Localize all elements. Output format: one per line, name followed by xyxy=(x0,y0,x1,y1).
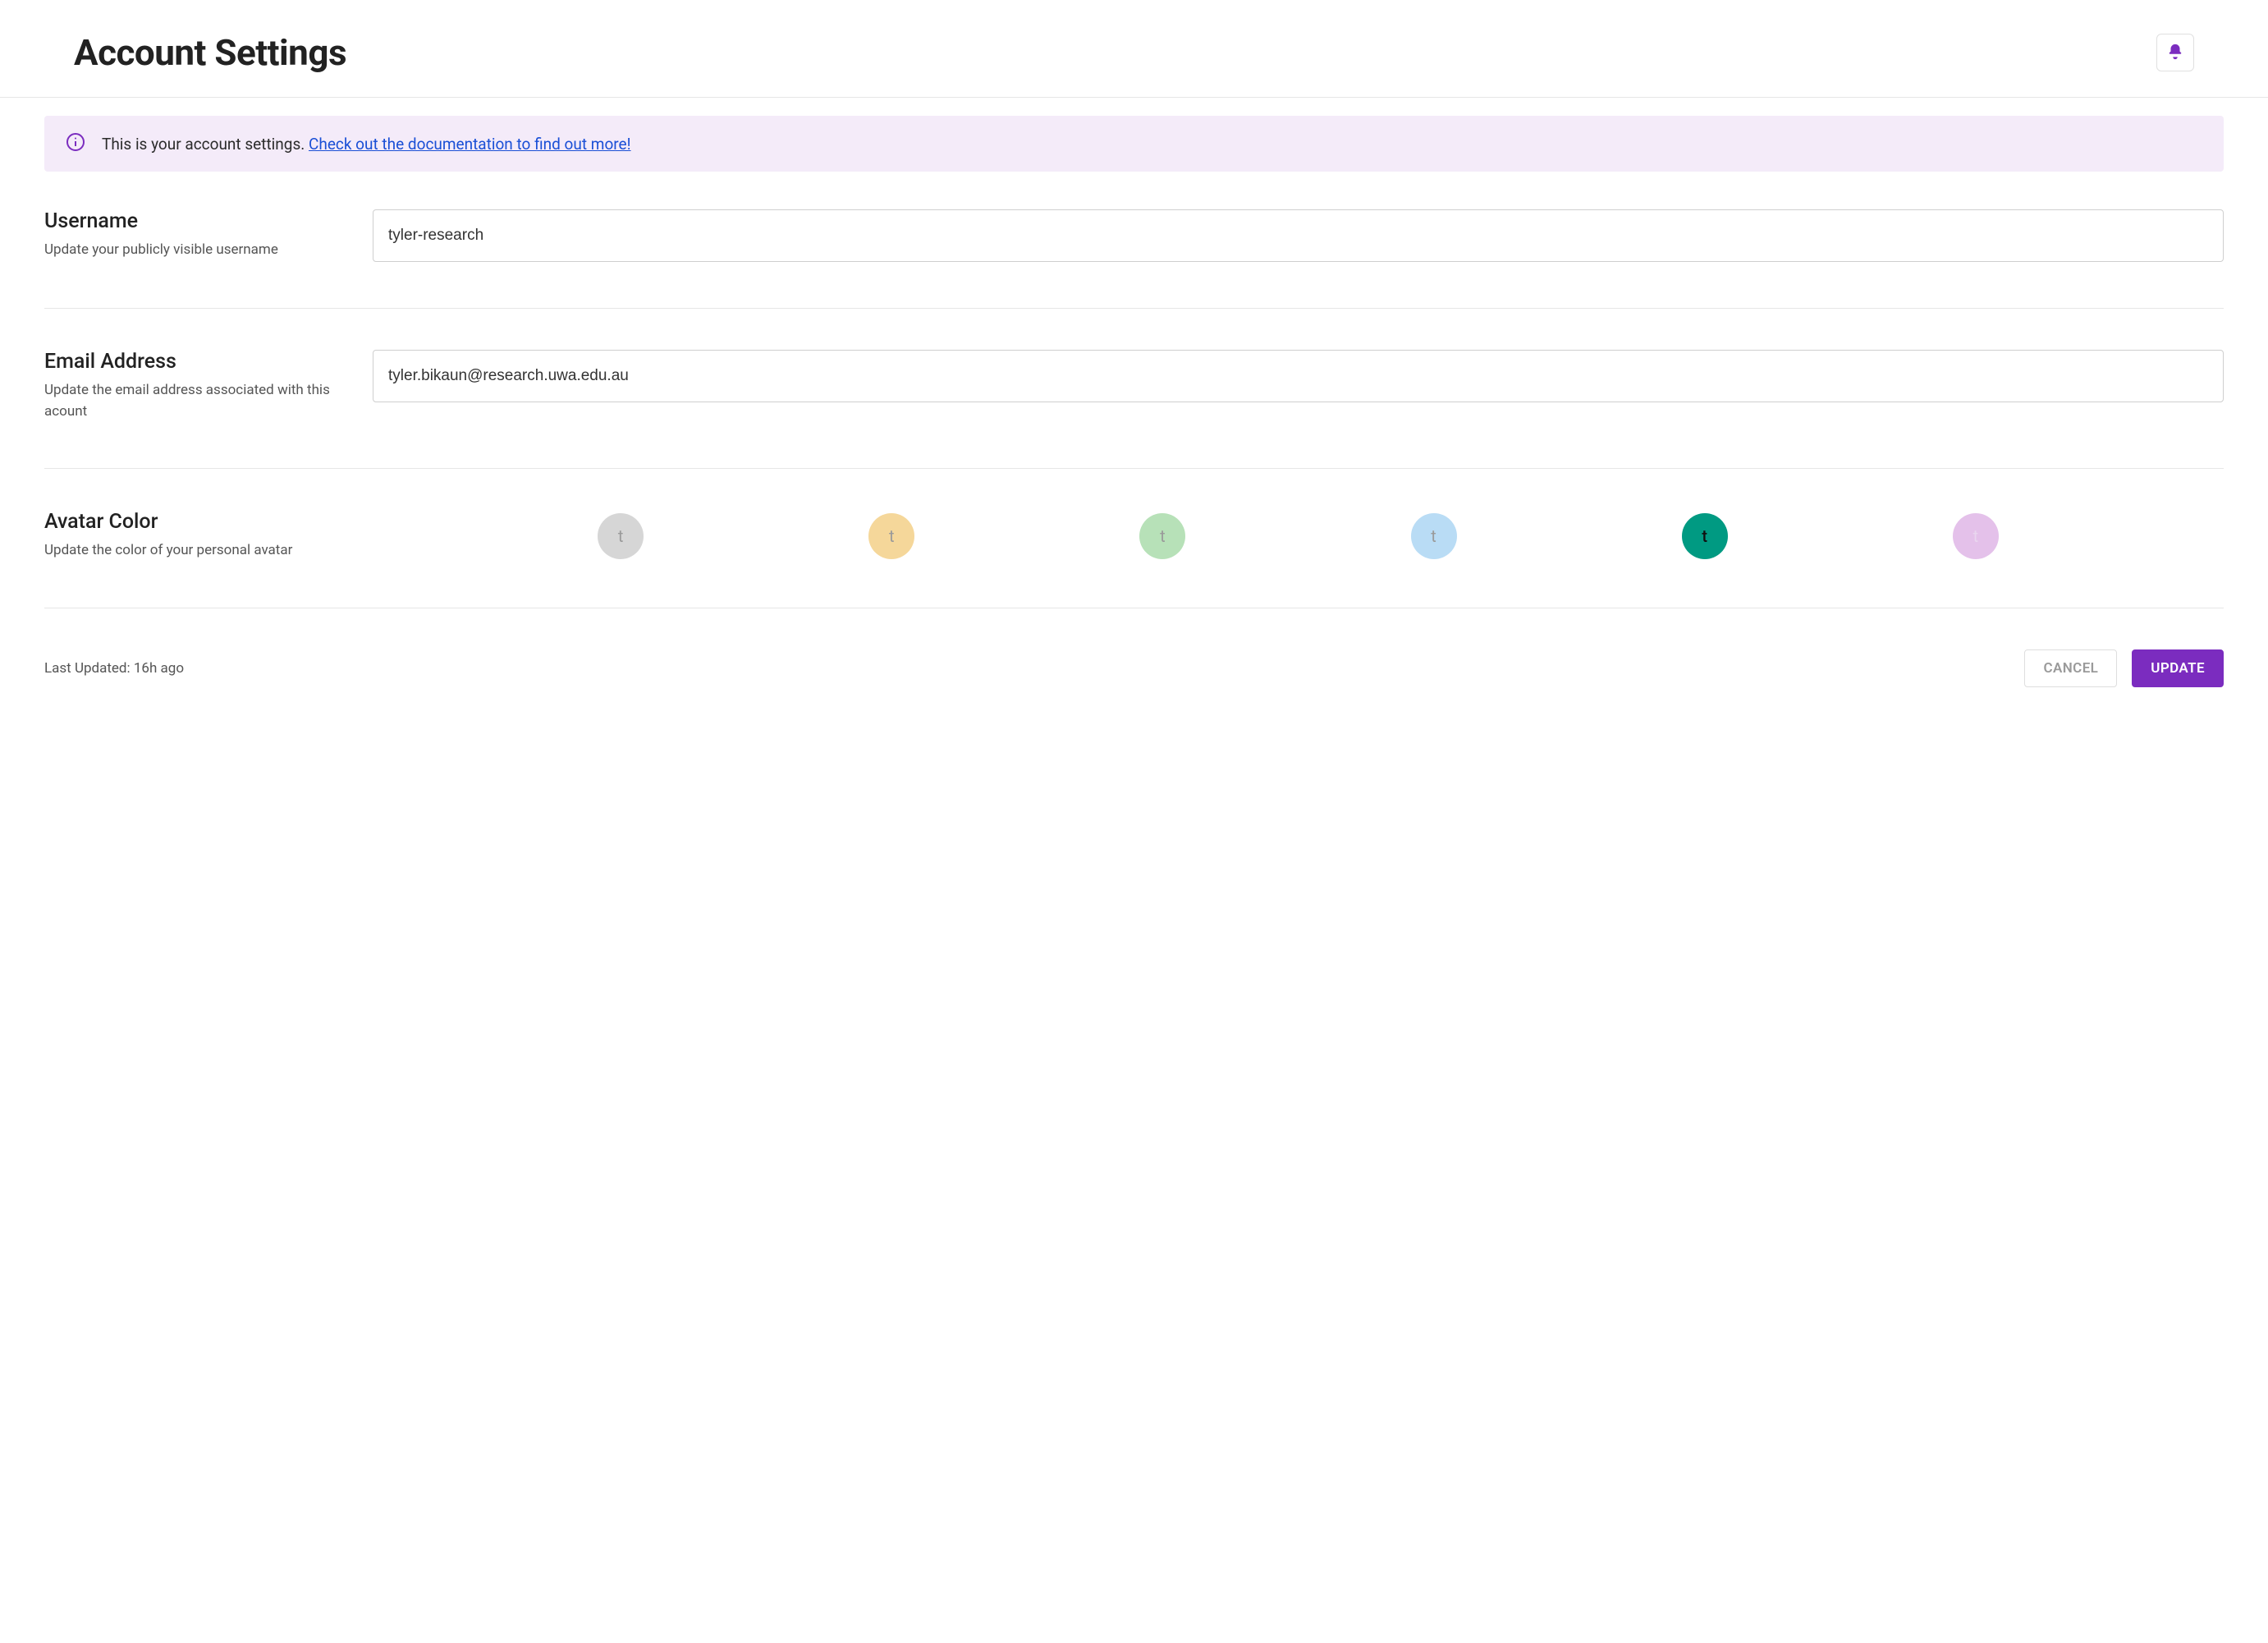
info-circle-icon xyxy=(66,132,85,155)
update-button[interactable]: UPDATE xyxy=(2132,649,2224,687)
avatar-color-options: tttttt xyxy=(373,510,2224,559)
avatar-color-swatch-0[interactable]: t xyxy=(598,513,644,559)
avatar-color-helper: Update the color of your personal avatar xyxy=(44,540,340,562)
avatar-color-swatch-2[interactable]: t xyxy=(1139,513,1185,559)
avatar-color-swatch-4[interactable]: t xyxy=(1682,513,1728,559)
bell-icon xyxy=(2166,43,2184,63)
info-banner-doc-link[interactable]: Check out the documentation to find out … xyxy=(309,135,631,154)
email-label: Email Address xyxy=(44,350,356,374)
avatar-color-label: Avatar Color xyxy=(44,510,356,534)
email-section: Email Address Update the email address a… xyxy=(44,342,2224,469)
page-header: Account Settings xyxy=(0,0,2268,98)
info-banner: This is your account settings. Check out… xyxy=(44,116,2224,172)
username-input[interactable] xyxy=(373,209,2224,262)
email-helper: Update the email address associated with… xyxy=(44,380,340,422)
info-banner-text: This is your account settings. Check out… xyxy=(102,135,631,154)
avatar-color-section: Avatar Color Update the color of your pe… xyxy=(44,502,2224,608)
username-label: Username xyxy=(44,209,356,233)
username-helper: Update your publicly visible username xyxy=(44,240,340,261)
last-updated-text: Last Updated: 16h ago xyxy=(44,660,184,677)
email-input[interactable] xyxy=(373,350,2224,402)
notifications-button[interactable] xyxy=(2156,34,2194,71)
avatar-color-swatch-1[interactable]: t xyxy=(868,513,914,559)
footer-actions: CANCEL UPDATE xyxy=(2024,649,2224,687)
username-section: Username Update your publicly visible us… xyxy=(44,201,2224,309)
info-banner-text-static: This is your account settings. xyxy=(102,135,309,154)
avatar-color-swatch-5[interactable]: t xyxy=(1953,513,1999,559)
cancel-button[interactable]: CANCEL xyxy=(2024,649,2117,687)
page-title: Account Settings xyxy=(74,31,346,74)
avatar-color-swatch-3[interactable]: t xyxy=(1411,513,1457,559)
footer-row: Last Updated: 16h ago CANCEL UPDATE xyxy=(44,641,2224,687)
